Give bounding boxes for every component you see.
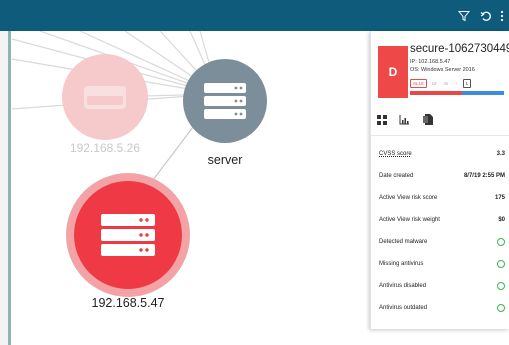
risk-bar (410, 91, 504, 95)
left-edge-strip (0, 31, 11, 345)
risk-bar-fill (410, 91, 462, 95)
row-antivirus-disabled: Antivirus disabled (379, 280, 505, 292)
panel-divider (371, 135, 509, 136)
row-label: Active View risk weight (379, 217, 440, 223)
node-critical[interactable] (66, 173, 190, 297)
status-ok-icon (497, 260, 505, 268)
row-date-created: Date created 8/7/19 2:55 PM (379, 170, 505, 182)
document-icon[interactable] (422, 114, 433, 125)
risk-bar-remainder (461, 91, 504, 95)
app-window: 192.168.5.26 server 192.168.5.47 D secur… (0, 0, 509, 345)
status-ok-icon (497, 238, 505, 246)
chart-icon[interactable] (399, 114, 410, 125)
tag-item[interactable]: 18 (430, 80, 439, 87)
row-cvss-score: CVSS score 3.3 (379, 148, 505, 160)
row-value: $0 (498, 217, 505, 223)
node-label-server: server (207, 153, 243, 167)
undo-icon[interactable] (476, 6, 496, 26)
row-label: CVSS score (379, 151, 412, 157)
network-graph[interactable]: 192.168.5.26 server 192.168.5.47 (0, 31, 380, 345)
tag-item[interactable]: 1 (462, 79, 472, 88)
row-risk-weight: Active View risk weight $0 (379, 214, 505, 226)
node-server[interactable] (183, 59, 267, 143)
row-label: Antivirus disabled (379, 283, 427, 289)
tag-item[interactable]: SL18 (410, 79, 427, 88)
row-label: Detected malware (379, 239, 428, 245)
row-label: Date created (379, 173, 414, 179)
row-label: Active View risk score (379, 195, 438, 201)
status-ok-icon (497, 282, 505, 290)
device-os: OS: Windows Server 2016 (410, 67, 475, 73)
panel-tabs (376, 114, 433, 125)
row-value: 175 (494, 195, 505, 201)
tag-item[interactable]: 4s (442, 80, 451, 87)
node-label-critical: 192.168.5.47 (91, 296, 165, 310)
device-title: secure-1062730449 (410, 43, 509, 55)
row-risk-score: Active View risk score 175 (379, 192, 505, 204)
row-value: 8/7/19 2:55 PM (463, 173, 505, 179)
status-ok-icon (497, 304, 505, 312)
row-value: 3.3 (496, 151, 505, 157)
row-detected-malware: Detected malware (379, 236, 505, 248)
risk-grade-badge: D (378, 46, 408, 98)
node-label-faded: 192.168.5.26 (69, 141, 141, 155)
more-icon[interactable] (496, 6, 508, 26)
row-label: Antivirus outdated (379, 305, 428, 311)
row-missing-antivirus: Missing antivirus (379, 258, 505, 270)
top-toolbar (0, 0, 509, 31)
row-antivirus-outdated: Antivirus outdated (379, 302, 505, 314)
node-faded[interactable] (62, 54, 148, 140)
row-label: Missing antivirus (379, 261, 424, 267)
tag-item[interactable]: ↑ (453, 80, 459, 87)
details-panel: D secure-1062730449 IP: 102.168.5.47 OS:… (370, 31, 509, 329)
grid-icon[interactable] (376, 114, 387, 125)
tag-list: SL18 18 4s ↑ 1 (410, 79, 472, 88)
device-ip: IP: 102.168.5.47 (410, 59, 451, 65)
filter-icon[interactable] (454, 6, 474, 26)
